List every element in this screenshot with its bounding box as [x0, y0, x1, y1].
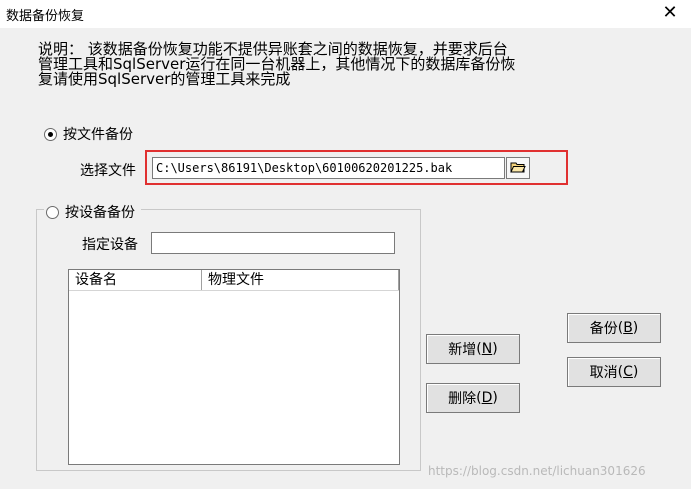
add-button-label: 新增 [448, 342, 477, 358]
browse-button[interactable] [506, 157, 530, 179]
group-border-right [190, 209, 421, 210]
close-button[interactable]: ✕ [656, 2, 684, 26]
file-backup-label: 按文件备份 [63, 127, 133, 143]
device-backup-option[interactable]: 按设备备份 [44, 202, 141, 222]
folder-open-icon [510, 159, 526, 178]
window-title: 数据备份恢复 [6, 9, 85, 24]
device-backup-radio[interactable] [46, 205, 59, 219]
backup-button-key: B [623, 320, 633, 336]
backup-button-label: 备份 [589, 321, 618, 337]
select-file-label: 选择文件 [80, 163, 136, 179]
add-button-key: N [481, 341, 493, 357]
watermark-text: https://blog.csdn.net/lichuan301626 [428, 464, 646, 478]
group-border-left [36, 209, 44, 210]
title-bar: 数据备份恢复 ✕ [0, 0, 691, 28]
device-input[interactable] [151, 232, 395, 254]
delete-button-label: 删除 [448, 391, 477, 407]
file-backup-option[interactable]: 按文件备份 [44, 124, 133, 144]
column-device-name[interactable]: 设备名 [69, 270, 202, 290]
delete-button[interactable]: 删除(D) [426, 383, 520, 413]
column-physical-file[interactable]: 物理文件 [202, 270, 399, 290]
device-label: 指定设备 [82, 237, 138, 253]
backup-button[interactable]: 备份(B) [567, 313, 661, 343]
file-path-input[interactable]: C:\Users\86191\Desktop\60100620201225.ba… [152, 157, 505, 179]
cancel-button[interactable]: 取消(C) [567, 357, 661, 387]
cancel-button-key: C [623, 364, 633, 380]
add-button[interactable]: 新增(N) [426, 334, 520, 364]
file-backup-radio[interactable] [44, 127, 57, 141]
device-list[interactable]: 设备名 物理文件 [68, 269, 400, 465]
device-list-header: 设备名 物理文件 [69, 270, 399, 291]
description-text: 说明： 该数据备份恢复功能不提供异账套之间的数据恢复，并要求后台 管理工具和Sq… [38, 40, 516, 88]
cancel-button-label: 取消 [589, 365, 618, 381]
device-backup-label: 按设备备份 [65, 205, 135, 221]
delete-button-key: D [481, 390, 493, 406]
